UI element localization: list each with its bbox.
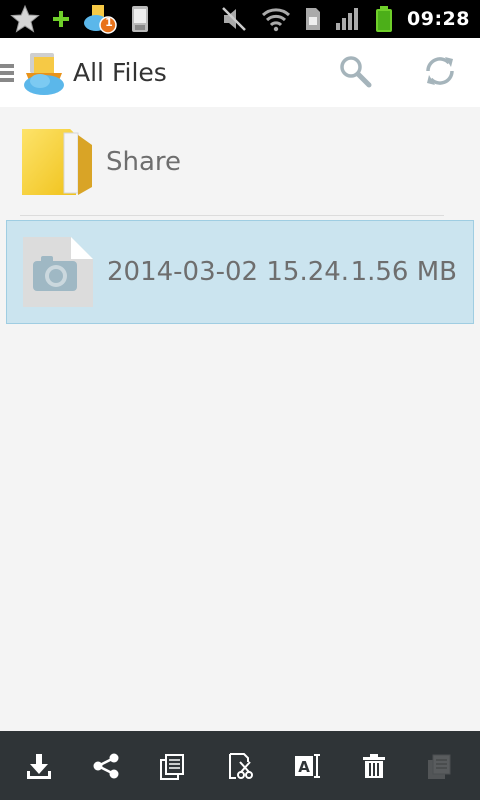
rename-icon[interactable]: A: [283, 742, 331, 790]
download-icon[interactable]: [15, 742, 63, 790]
action-toolbar: A: [0, 731, 480, 800]
image-file-icon: [21, 235, 95, 309]
file-name: Share: [106, 147, 182, 177]
list-item-file[interactable]: 2014-03-02 15.24... 1.56 MB: [6, 220, 474, 324]
svg-text:A: A: [298, 758, 310, 776]
delete-icon[interactable]: [350, 742, 398, 790]
cloud-badge-icon: 1: [82, 3, 118, 35]
file-list: Share 2014-03-02 15.24... 1.56 MB: [0, 107, 480, 324]
menu-icon[interactable]: [0, 62, 16, 84]
share-icon[interactable]: [82, 742, 130, 790]
copy-icon[interactable]: [149, 742, 197, 790]
app-logo-icon[interactable]: [20, 49, 68, 97]
signal-icon: [335, 7, 361, 31]
list-item-folder[interactable]: Share: [0, 107, 480, 217]
mute-icon: [221, 6, 247, 32]
battery-icon: [375, 5, 393, 33]
status-bar: 1 09:28: [0, 0, 480, 38]
plus-icon: [52, 10, 70, 28]
file-name: 2014-03-02 15.24...: [107, 257, 351, 287]
star-icon: [10, 4, 40, 34]
sim-icon: [305, 7, 321, 31]
app-header: All Files: [0, 38, 480, 107]
folder-icon: [20, 125, 94, 199]
refresh-icon[interactable]: [422, 53, 458, 93]
wifi-icon: [261, 6, 291, 32]
file-size: 1.56 MB: [350, 257, 457, 287]
page-title: All Files: [73, 58, 167, 87]
phone-icon: [130, 5, 150, 33]
search-icon[interactable]: [338, 54, 372, 92]
paste-icon[interactable]: [416, 742, 464, 790]
status-time: 09:28: [407, 8, 470, 30]
notification-badge-count: 1: [105, 16, 113, 29]
cut-icon[interactable]: [216, 742, 264, 790]
